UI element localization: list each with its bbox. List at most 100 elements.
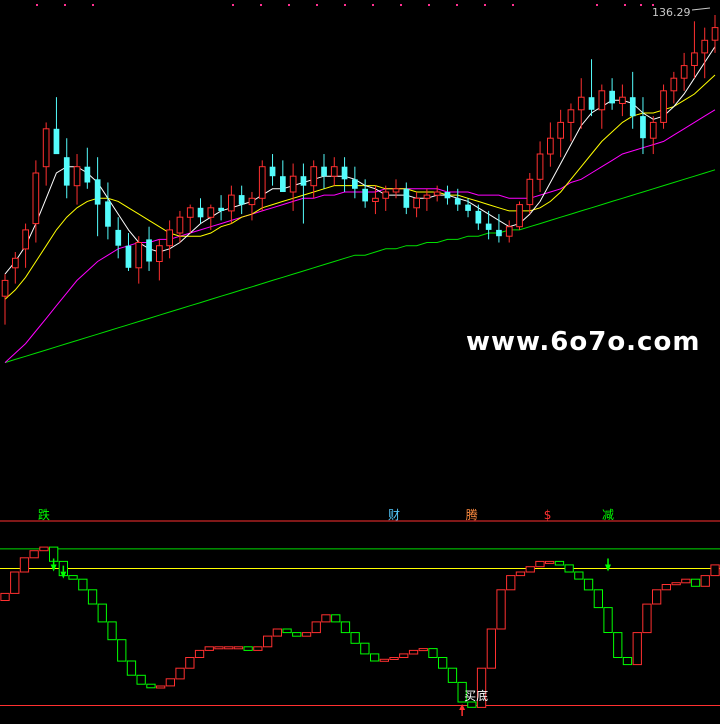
candle	[186, 204, 194, 234]
candle-body	[711, 27, 719, 41]
candle	[567, 103, 575, 142]
indicator-bar	[87, 589, 98, 605]
price-pointer	[691, 7, 711, 11]
indicator-bar	[272, 628, 283, 637]
candle	[505, 220, 513, 243]
candle	[84, 147, 91, 189]
indicator-bar	[671, 582, 681, 586]
indicator-bar	[126, 660, 137, 676]
top-marker	[596, 4, 598, 6]
up-arrow-icon	[459, 703, 466, 710]
top-marker	[344, 4, 346, 6]
indicator-bar	[418, 648, 428, 652]
indicator-bar	[428, 648, 438, 658]
candle-body	[125, 245, 132, 268]
indicator-bar	[574, 571, 584, 580]
candle	[649, 116, 657, 155]
indicator-bar	[593, 589, 604, 609]
indicator-bar	[68, 575, 78, 580]
candle	[228, 185, 235, 224]
candle-body	[680, 65, 688, 79]
indicator-bar	[331, 614, 341, 623]
candle	[321, 154, 327, 189]
top-marker	[372, 4, 374, 6]
candle-body	[186, 207, 194, 218]
candle	[557, 109, 564, 158]
indicator-bar	[253, 646, 263, 651]
stock-chart: 跌 财 腾 $ 减买底 136.29 www.6o7o.com	[0, 4, 720, 716]
indicator-bar	[370, 653, 380, 662]
candle	[280, 160, 286, 192]
candle	[156, 239, 163, 281]
signal-label: $	[544, 508, 552, 522]
candle	[22, 223, 29, 268]
candle	[218, 195, 224, 221]
top-marker	[288, 4, 290, 6]
indicator-bar	[214, 646, 224, 650]
indicator-bar	[175, 667, 185, 680]
indicator-bar	[311, 621, 321, 634]
candle	[352, 166, 358, 199]
candle	[115, 217, 122, 259]
candle-body	[547, 137, 554, 155]
top-marker	[456, 4, 458, 6]
indicator-bar	[399, 653, 409, 659]
candle	[125, 233, 132, 271]
candle	[12, 252, 19, 284]
candle-body	[32, 172, 40, 225]
indicator-bar	[681, 578, 691, 584]
candle	[526, 173, 534, 215]
candle-body	[135, 242, 143, 269]
candle-body	[536, 153, 544, 180]
buy-label: 买底	[464, 688, 488, 703]
candle	[701, 27, 709, 79]
candle-body	[670, 77, 678, 92]
candle	[53, 97, 60, 155]
candle-body	[228, 194, 235, 212]
candle	[475, 204, 482, 230]
candle	[1, 274, 9, 325]
candle	[238, 185, 245, 215]
candle-body	[289, 175, 297, 193]
indicator-bar	[652, 589, 662, 605]
candle-body	[73, 166, 81, 187]
candle	[680, 52, 688, 91]
top-marker	[316, 4, 318, 6]
indicator-bar	[97, 603, 107, 623]
signal-label: 减	[602, 508, 614, 522]
candle-body	[691, 52, 698, 67]
candle	[619, 84, 626, 117]
candle-body	[1, 279, 9, 297]
candle	[330, 157, 338, 186]
candle	[300, 163, 307, 224]
indicator-bar	[438, 657, 448, 669]
candle-body	[485, 223, 492, 230]
top-marker	[92, 4, 94, 6]
candle-body	[516, 204, 523, 228]
indicator-bar	[165, 678, 175, 687]
candle-body	[146, 239, 152, 262]
top-marker	[400, 4, 402, 6]
candle	[598, 84, 606, 129]
candle	[32, 160, 40, 243]
candle-body	[423, 194, 431, 199]
candle-body	[197, 207, 204, 218]
indicator-bar	[117, 639, 127, 662]
candle-body	[598, 90, 606, 111]
candle	[670, 71, 678, 104]
indicator-bar	[29, 550, 39, 559]
top-marker	[260, 4, 262, 6]
candle-body	[22, 229, 29, 250]
indicator-bar	[564, 564, 574, 573]
candle	[433, 185, 441, 202]
indicator-bar	[642, 603, 652, 634]
candle	[94, 157, 101, 237]
indicator-bar	[583, 578, 594, 591]
indicator-bar	[204, 646, 214, 651]
indicator-bar	[603, 607, 613, 633]
indicator-bar	[78, 578, 88, 591]
candle-body	[701, 39, 709, 54]
top-marker	[64, 4, 66, 6]
indicator-bar	[360, 642, 370, 655]
candle-body	[352, 179, 358, 189]
